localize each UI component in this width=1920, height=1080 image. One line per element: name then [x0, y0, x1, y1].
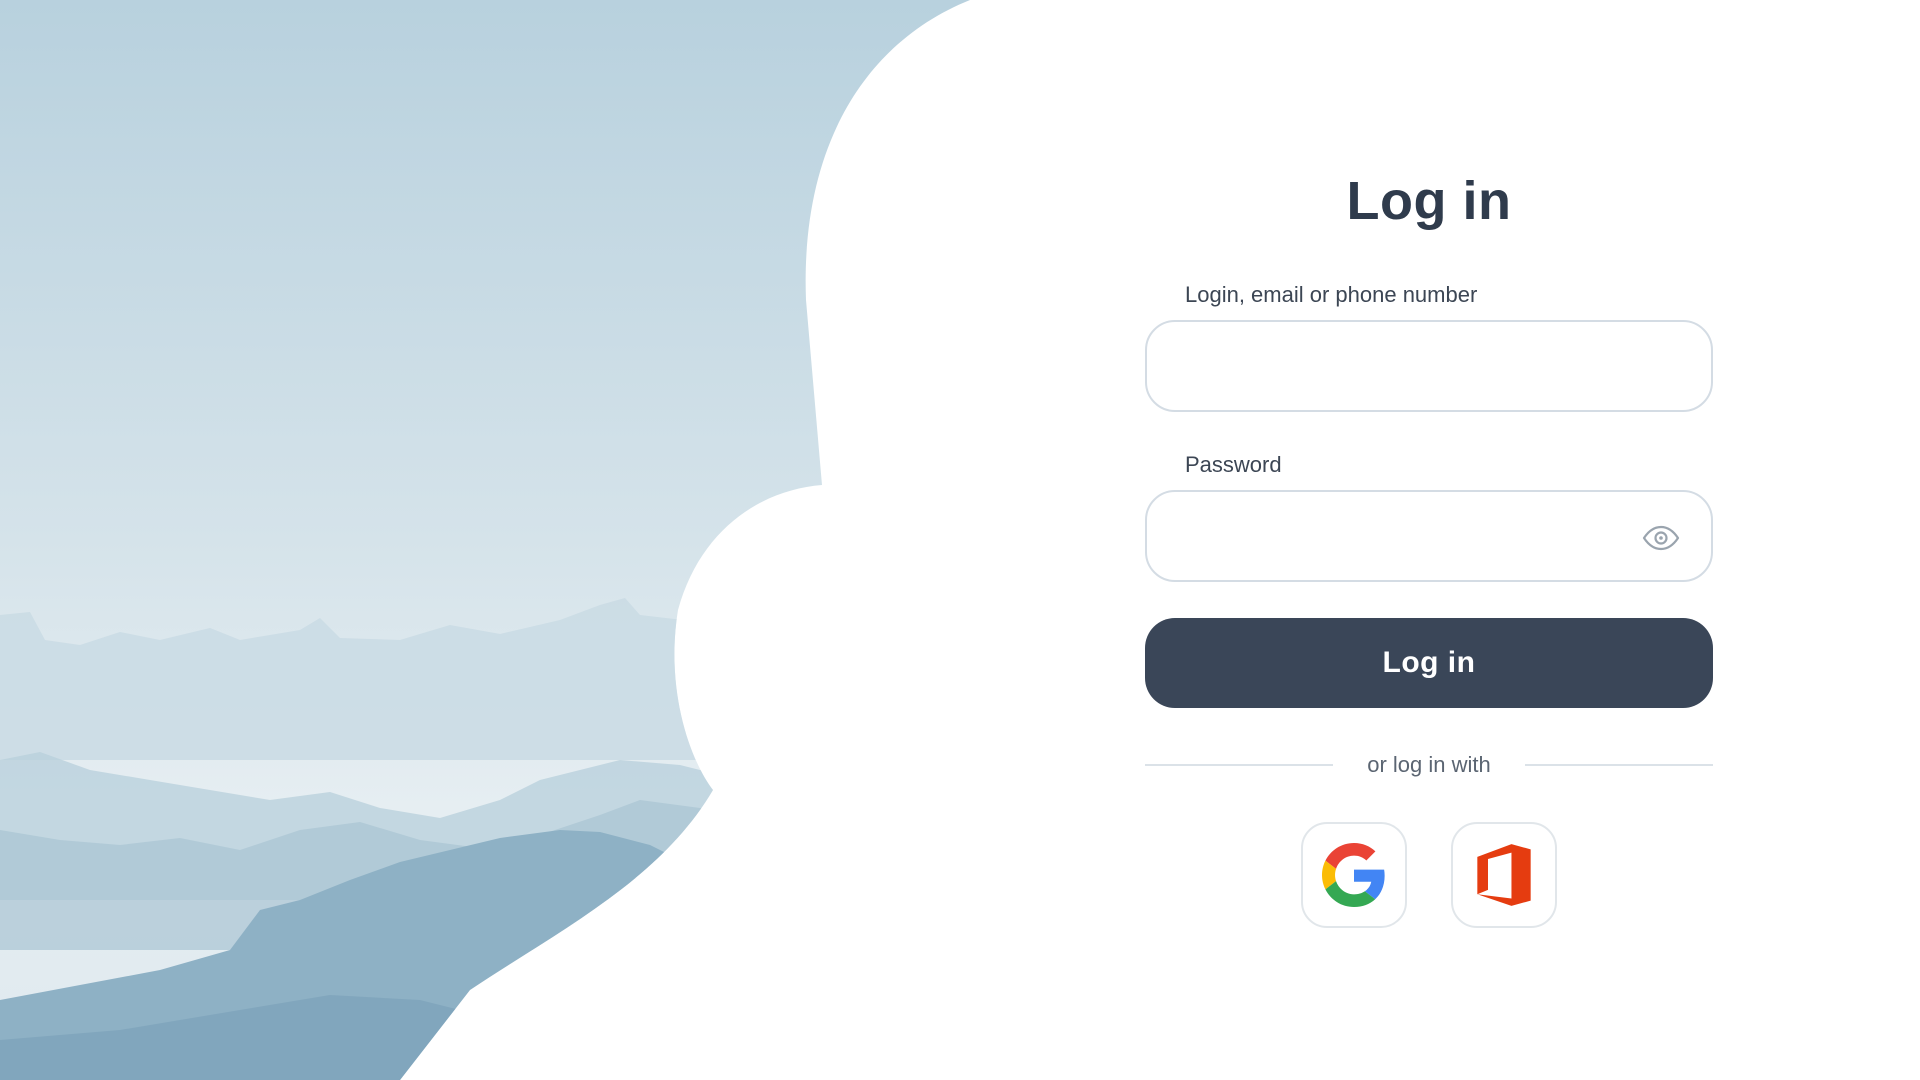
social-login-buttons: [1145, 822, 1713, 928]
login-page: Log in Login, email or phone number Pass…: [0, 0, 1920, 1080]
password-field-label: Password: [1185, 452, 1282, 477]
login-submit-button[interactable]: Log in: [1145, 618, 1713, 708]
alt-login-divider: or log in with: [1145, 752, 1714, 778]
google-login-button[interactable]: [1301, 822, 1407, 928]
divider-line-right: [1524, 764, 1714, 766]
login-input[interactable]: [1147, 322, 1711, 410]
divider-line-left: [1145, 764, 1334, 766]
microsoft-office-login-button[interactable]: [1451, 822, 1557, 928]
microsoft-office-icon: [1477, 844, 1531, 906]
alt-login-text: or log in with: [1367, 752, 1491, 777]
page-title: Log in: [1346, 171, 1512, 231]
show-password-eye-icon[interactable]: [1641, 520, 1681, 556]
login-field-label: Login, email or phone number: [1185, 282, 1478, 307]
login-form: Log in Login, email or phone number Pass…: [1145, 170, 1714, 928]
google-icon: [1322, 843, 1385, 907]
password-input[interactable]: [1147, 492, 1711, 580]
login-field-container: [1145, 320, 1713, 412]
password-field-container: [1145, 490, 1713, 582]
